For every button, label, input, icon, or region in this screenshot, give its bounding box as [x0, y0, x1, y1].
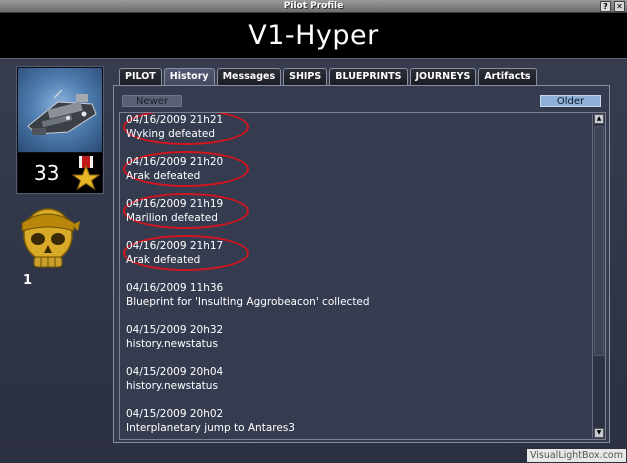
watermark: VisualLightBox.com: [526, 449, 626, 462]
list-item: 04/16/2009 21h20 Arak defeated: [126, 155, 223, 183]
tab-journeys[interactable]: JOURNEYS: [409, 68, 477, 85]
list-item: 04/16/2009 21h19 Marilion defeated: [126, 197, 223, 225]
entry-date: 04/15/2009 20h04: [126, 366, 224, 378]
entry-date: 04/15/2009 20h32: [126, 324, 224, 336]
list-item: 04/16/2009 21h21 Wyking defeated: [126, 113, 223, 141]
list-item: 04/15/2009 20h32 history.newstatus: [126, 323, 223, 351]
close-button[interactable]: ✕: [614, 1, 625, 12]
entry-date: 04/16/2009 21h17: [126, 240, 224, 252]
ship-card: 33: [16, 66, 104, 194]
entry-date: 04/16/2009 21h20: [126, 156, 224, 168]
profile-header: V1-Hyper: [0, 14, 627, 58]
tab-pilot[interactable]: PILOT: [119, 68, 162, 85]
list-item: 04/15/2009 20h04 history.newstatus: [126, 365, 223, 393]
vertical-scrollbar[interactable]: ▲ ▼: [592, 114, 604, 438]
entry-event: Arak defeated: [126, 170, 201, 182]
older-button[interactable]: Older: [540, 95, 601, 107]
tab-artifacts[interactable]: Artifacts: [478, 68, 537, 85]
list-item: 04/16/2009 11h36 Blueprint for 'Insultin…: [126, 281, 370, 309]
entry-event: Arak defeated: [126, 254, 201, 266]
entry-event: Wyking defeated: [126, 128, 216, 140]
entry-date: 04/16/2009 21h21: [126, 114, 224, 126]
skull-count: 1: [23, 273, 33, 288]
entry-event: Interplanetary jump to Antares3: [126, 422, 295, 434]
entry-event: Blueprint for 'Insulting Aggrobeacon' co…: [126, 296, 370, 308]
entry-date: 04/16/2009 21h19: [126, 198, 224, 210]
ship-image: [18, 68, 102, 152]
tab-messages[interactable]: Messages: [216, 68, 282, 85]
history-list[interactable]: 04/16/2009 21h21 Wyking defeated 04/16/2…: [119, 112, 606, 440]
rank-panel: 33: [18, 153, 102, 193]
rank-level: 33: [34, 161, 60, 185]
entry-event: Marilion defeated: [126, 212, 218, 224]
list-item: 04/16/2009 21h17 Arak defeated: [126, 239, 223, 267]
scroll-up-icon[interactable]: ▲: [594, 114, 604, 124]
tab-ships[interactable]: SHIPS: [283, 68, 328, 85]
newer-button[interactable]: Newer: [122, 95, 182, 107]
entry-date: 04/15/2009 20h02: [126, 408, 224, 420]
profile-tabs: PILOT History Messages SHIPS BLUEPRINTS …: [119, 68, 539, 85]
entry-event: history.newstatus: [126, 338, 218, 350]
window-title: Pilot Profile: [283, 1, 344, 11]
profile-body: 33 1 PILOT History Messages SHIPS BLUEPR…: [0, 58, 627, 463]
tab-blueprints[interactable]: BLUEPRINTS: [329, 68, 408, 85]
help-button[interactable]: ?: [600, 1, 611, 12]
spaceship-icon: [27, 89, 97, 135]
skull-bandana-icon: [16, 201, 80, 277]
tab-history[interactable]: History: [163, 68, 215, 85]
entry-date: 04/16/2009 11h36: [126, 282, 224, 294]
scroll-thumb[interactable]: [594, 126, 604, 356]
scroll-down-icon[interactable]: ▼: [594, 428, 604, 438]
title-bar: Pilot Profile ? ✕: [0, 0, 627, 13]
entry-event: history.newstatus: [126, 380, 218, 392]
pilot-name: V1-Hyper: [248, 20, 379, 51]
rank-medal-icon: [71, 156, 101, 194]
history-panel: Newer Older 04/16/2009 21h21 Wyking defe…: [113, 85, 610, 443]
list-item: 04/15/2009 20h02 Interplanetary jump to …: [126, 407, 295, 435]
